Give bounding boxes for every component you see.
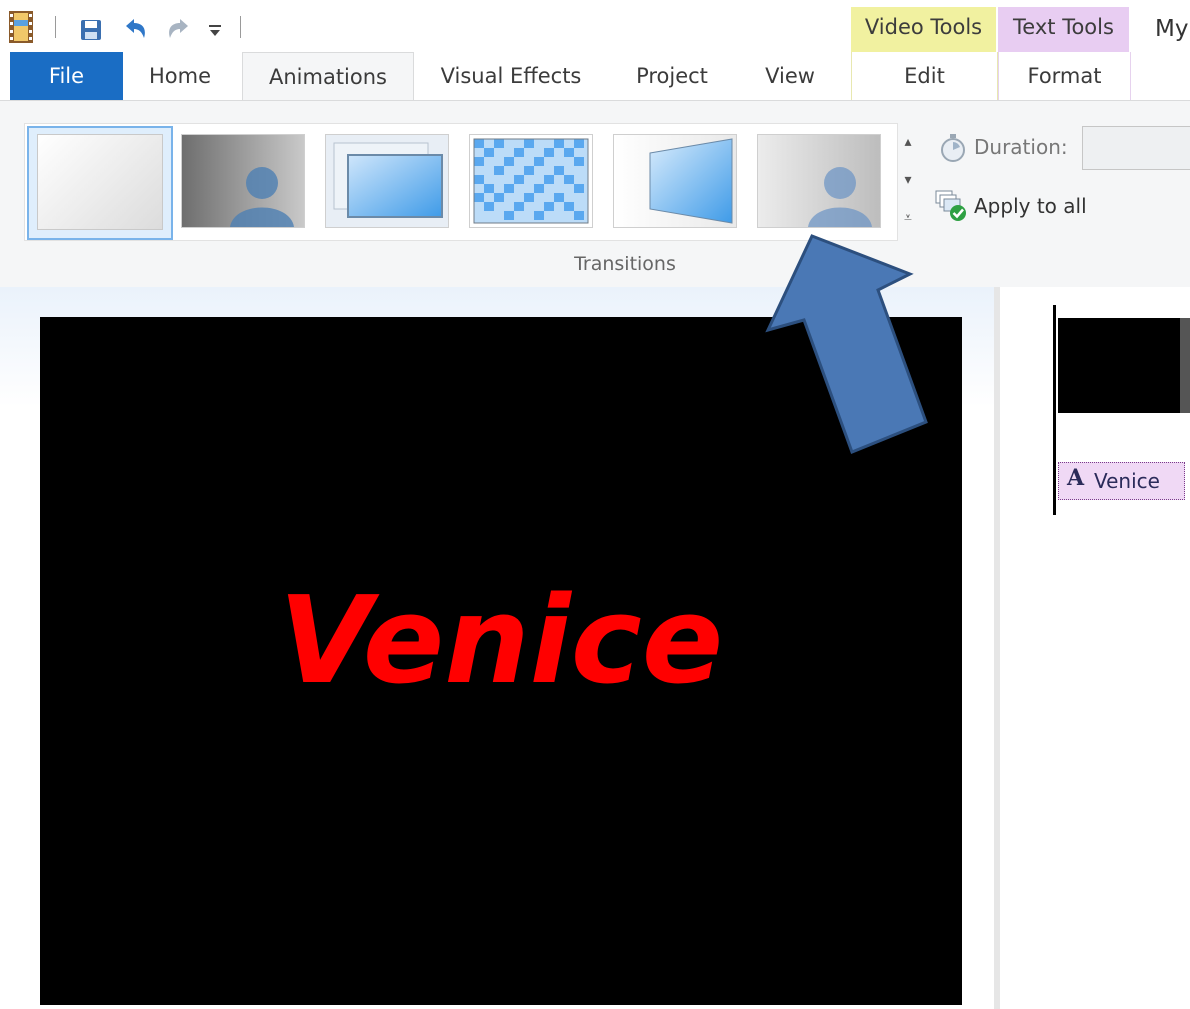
gallery-scroll-up[interactable]: ▴ <box>896 123 920 161</box>
text-caption-icon: A <box>1067 465 1085 491</box>
tab-animations[interactable]: Animations <box>242 52 414 101</box>
transition-no-transition[interactable] <box>27 126 173 240</box>
gallery-scroll-down[interactable]: ▾ <box>896 161 920 199</box>
tab-format[interactable]: Format <box>998 52 1131 100</box>
caption-item[interactable]: A Venice <box>1058 462 1185 500</box>
playback-indicator[interactable] <box>1053 305 1056 515</box>
storyboard-clip[interactable] <box>1058 318 1190 413</box>
stopwatch-icon <box>938 133 968 163</box>
transition-perspective[interactable] <box>613 134 737 228</box>
mosaic-thumbnail <box>473 138 589 224</box>
apply-to-all-icon[interactable] <box>934 189 970 223</box>
redo-icon[interactable] <box>164 16 192 42</box>
duration-input[interactable] <box>1082 126 1190 170</box>
customize-qat-icon[interactable] <box>208 22 222 38</box>
text-tools-header: Text Tools <box>998 7 1129 52</box>
video-tools-label: Video Tools <box>864 15 983 39</box>
text-tools-label: Text Tools <box>1013 15 1114 39</box>
tab-edit[interactable]: Edit <box>851 52 998 100</box>
ribbon-panel: ▴ ▾ ⩡ Transitions Duration: Apply to all <box>0 100 1190 288</box>
zoom-thumbnail <box>333 142 443 218</box>
perspective-thumbnail <box>649 138 733 224</box>
next-clip-edge[interactable] <box>1180 318 1190 413</box>
caption-label: Venice <box>1094 469 1160 493</box>
tab-home[interactable]: Home <box>138 52 222 100</box>
apply-to-all-button[interactable]: Apply to all <box>974 194 1087 218</box>
movie-maker-icon[interactable] <box>8 10 34 44</box>
save-icon[interactable] <box>80 19 102 41</box>
blank-thumbnail <box>37 134 163 230</box>
transition-zoom[interactable] <box>325 134 449 228</box>
qat-separator <box>240 16 241 38</box>
tab-view[interactable]: View <box>750 52 830 100</box>
transitions-gallery <box>24 123 898 241</box>
qat-separator <box>55 16 56 38</box>
preview-title-text: Venice <box>278 572 724 711</box>
annotation-arrow <box>765 234 928 454</box>
transition-fade[interactable] <box>757 134 881 228</box>
transition-mosaic[interactable] <box>469 134 593 228</box>
video-tools-header: Video Tools <box>851 7 996 52</box>
transition-crossfade[interactable] <box>181 134 305 228</box>
crossfade-thumbnail <box>182 135 304 227</box>
fade-thumbnail <box>758 135 880 227</box>
tab-project[interactable]: Project <box>620 52 724 100</box>
window-title: My <box>1155 16 1189 42</box>
tab-visual-effects[interactable]: Visual Effects <box>428 52 594 100</box>
transitions-group-label: Transitions <box>574 253 676 275</box>
tab-file[interactable]: File <box>10 52 123 100</box>
duration-label: Duration: <box>974 135 1068 159</box>
ribbon-tabs: File Home Animations Visual Effects Proj… <box>0 52 1190 101</box>
undo-icon[interactable] <box>122 16 150 42</box>
